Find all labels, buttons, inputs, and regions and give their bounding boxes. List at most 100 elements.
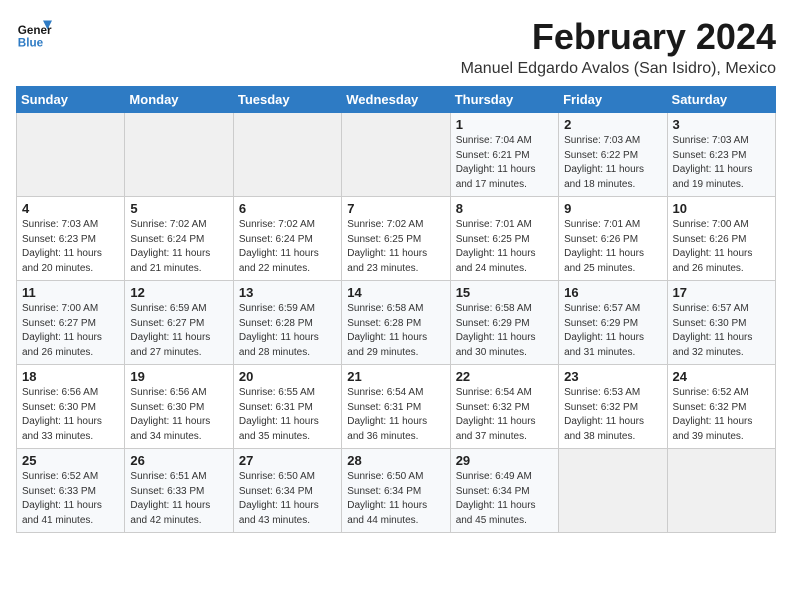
day-number: 23 [564, 369, 661, 384]
calendar-cell [559, 449, 667, 533]
day-number: 27 [239, 453, 336, 468]
day-info: Sunrise: 7:02 AMSunset: 6:25 PMDaylight:… [347, 218, 444, 276]
day-number: 5 [130, 201, 227, 216]
header-friday: Friday [559, 87, 667, 113]
logo-icon: General Blue [16, 16, 52, 52]
day-number: 1 [456, 117, 553, 132]
day-number: 15 [456, 285, 553, 300]
day-info: Sunrise: 6:49 AMSunset: 6:34 PMDaylight:… [456, 470, 553, 528]
day-info: Sunrise: 6:59 AMSunset: 6:27 PMDaylight:… [130, 302, 227, 360]
day-info: Sunrise: 7:03 AMSunset: 6:22 PMDaylight:… [564, 134, 661, 192]
calendar-cell: 10 Sunrise: 7:00 AMSunset: 6:26 PMDayligh… [667, 197, 775, 281]
calendar-cell: 12 Sunrise: 6:59 AMSunset: 6:27 PMDayligh… [125, 281, 233, 365]
day-number: 25 [22, 453, 119, 468]
calendar-cell: 5 Sunrise: 7:02 AMSunset: 6:24 PMDaylight… [125, 197, 233, 281]
day-info: Sunrise: 6:56 AMSunset: 6:30 PMDaylight:… [22, 386, 119, 444]
day-info: Sunrise: 7:03 AMSunset: 6:23 PMDaylight:… [22, 218, 119, 276]
header-thursday: Thursday [450, 87, 558, 113]
day-number: 26 [130, 453, 227, 468]
calendar-cell: 16 Sunrise: 6:57 AMSunset: 6:29 PMDayligh… [559, 281, 667, 365]
day-info: Sunrise: 7:02 AMSunset: 6:24 PMDaylight:… [239, 218, 336, 276]
day-info: Sunrise: 7:01 AMSunset: 6:25 PMDaylight:… [456, 218, 553, 276]
calendar-cell: 3Sunrise: 7:03 AMSunset: 6:23 PMDaylight… [667, 113, 775, 197]
calendar-cell: 1 Sunrise: 7:04 AMSunset: 6:21 PMDaylight… [450, 113, 558, 197]
day-info: Sunrise: 6:52 AMSunset: 6:33 PMDaylight:… [22, 470, 119, 528]
day-number: 6 [239, 201, 336, 216]
header-sunday: Sunday [17, 87, 125, 113]
calendar-cell: 20Sunrise: 6:55 AMSunset: 6:31 PMDayligh… [233, 365, 341, 449]
day-info: Sunrise: 6:56 AMSunset: 6:30 PMDaylight:… [130, 386, 227, 444]
calendar-cell: 13Sunrise: 6:59 AMSunset: 6:28 PMDayligh… [233, 281, 341, 365]
day-info: Sunrise: 6:51 AMSunset: 6:33 PMDaylight:… [130, 470, 227, 528]
day-info: Sunrise: 6:59 AMSunset: 6:28 PMDaylight:… [239, 302, 336, 360]
calendar-title: February 2024 [461, 16, 776, 58]
day-info: Sunrise: 6:57 AMSunset: 6:29 PMDaylight:… [564, 302, 661, 360]
header-wednesday: Wednesday [342, 87, 450, 113]
calendar-header-row: SundayMondayTuesdayWednesdayThursdayFrid… [17, 87, 776, 113]
day-info: Sunrise: 7:00 AMSunset: 6:26 PMDaylight:… [673, 218, 770, 276]
day-info: Sunrise: 6:50 AMSunset: 6:34 PMDaylight:… [347, 470, 444, 528]
day-number: 10 [673, 201, 770, 216]
calendar-cell: 8 Sunrise: 7:01 AMSunset: 6:25 PMDaylight… [450, 197, 558, 281]
week-row-3: 11 Sunrise: 7:00 AMSunset: 6:27 PMDayligh… [17, 281, 776, 365]
calendar-cell: 27 Sunrise: 6:50 AMSunset: 6:34 PMDayligh… [233, 449, 341, 533]
day-number: 3 [673, 117, 770, 132]
week-row-5: 25 Sunrise: 6:52 AMSunset: 6:33 PMDayligh… [17, 449, 776, 533]
day-number: 22 [456, 369, 553, 384]
day-number: 2 [564, 117, 661, 132]
calendar-cell: 17 Sunrise: 6:57 AMSunset: 6:30 PMDayligh… [667, 281, 775, 365]
calendar-cell: 18 Sunrise: 6:56 AMSunset: 6:30 PMDayligh… [17, 365, 125, 449]
day-info: Sunrise: 6:58 AMSunset: 6:28 PMDaylight:… [347, 302, 444, 360]
calendar-cell [17, 113, 125, 197]
calendar-cell: 19 Sunrise: 6:56 AMSunset: 6:30 PMDayligh… [125, 365, 233, 449]
day-number: 21 [347, 369, 444, 384]
day-info: Sunrise: 6:53 AMSunset: 6:32 PMDaylight:… [564, 386, 661, 444]
week-row-4: 18 Sunrise: 6:56 AMSunset: 6:30 PMDayligh… [17, 365, 776, 449]
day-number: 19 [130, 369, 227, 384]
day-number: 11 [22, 285, 119, 300]
svg-text:Blue: Blue [18, 37, 44, 50]
header-tuesday: Tuesday [233, 87, 341, 113]
day-number: 14 [347, 285, 444, 300]
day-number: 18 [22, 369, 119, 384]
week-row-1: 1 Sunrise: 7:04 AMSunset: 6:21 PMDaylight… [17, 113, 776, 197]
calendar-cell: 9 Sunrise: 7:01 AMSunset: 6:26 PMDaylight… [559, 197, 667, 281]
day-number: 28 [347, 453, 444, 468]
day-info: Sunrise: 7:02 AMSunset: 6:24 PMDaylight:… [130, 218, 227, 276]
day-info: Sunrise: 6:52 AMSunset: 6:32 PMDaylight:… [673, 386, 770, 444]
calendar-cell: 14 Sunrise: 6:58 AMSunset: 6:28 PMDayligh… [342, 281, 450, 365]
calendar-cell [667, 449, 775, 533]
day-number: 17 [673, 285, 770, 300]
day-info: Sunrise: 6:54 AMSunset: 6:31 PMDaylight:… [347, 386, 444, 444]
calendar-cell: 24 Sunrise: 6:52 AMSunset: 6:32 PMDayligh… [667, 365, 775, 449]
calendar-cell: 23 Sunrise: 6:53 AMSunset: 6:32 PMDayligh… [559, 365, 667, 449]
calendar-cell: 11 Sunrise: 7:00 AMSunset: 6:27 PMDayligh… [17, 281, 125, 365]
calendar-cell: 6 Sunrise: 7:02 AMSunset: 6:24 PMDaylight… [233, 197, 341, 281]
day-info: Sunrise: 6:57 AMSunset: 6:30 PMDaylight:… [673, 302, 770, 360]
calendar-table: SundayMondayTuesdayWednesdayThursdayFrid… [16, 86, 776, 533]
day-info: Sunrise: 6:55 AMSunset: 6:31 PMDaylight:… [239, 386, 336, 444]
day-number: 12 [130, 285, 227, 300]
calendar-cell: 2 Sunrise: 7:03 AMSunset: 6:22 PMDaylight… [559, 113, 667, 197]
calendar-cell: 26 Sunrise: 6:51 AMSunset: 6:33 PMDayligh… [125, 449, 233, 533]
day-number: 4 [22, 201, 119, 216]
header-monday: Monday [125, 87, 233, 113]
calendar-cell: 21 Sunrise: 6:54 AMSunset: 6:31 PMDayligh… [342, 365, 450, 449]
day-number: 9 [564, 201, 661, 216]
week-row-2: 4 Sunrise: 7:03 AMSunset: 6:23 PMDaylight… [17, 197, 776, 281]
day-number: 8 [456, 201, 553, 216]
calendar-cell [342, 113, 450, 197]
day-info: Sunrise: 7:00 AMSunset: 6:27 PMDaylight:… [22, 302, 119, 360]
calendar-cell: 29Sunrise: 6:49 AMSunset: 6:34 PMDayligh… [450, 449, 558, 533]
calendar-cell: 22 Sunrise: 6:54 AMSunset: 6:32 PMDayligh… [450, 365, 558, 449]
logo: General Blue [16, 16, 52, 52]
day-info: Sunrise: 7:01 AMSunset: 6:26 PMDaylight:… [564, 218, 661, 276]
header-saturday: Saturday [667, 87, 775, 113]
day-info: Sunrise: 7:04 AMSunset: 6:21 PMDaylight:… [456, 134, 553, 192]
day-info: Sunrise: 6:54 AMSunset: 6:32 PMDaylight:… [456, 386, 553, 444]
day-number: 16 [564, 285, 661, 300]
calendar-cell: 4 Sunrise: 7:03 AMSunset: 6:23 PMDaylight… [17, 197, 125, 281]
calendar-cell: 15Sunrise: 6:58 AMSunset: 6:29 PMDayligh… [450, 281, 558, 365]
day-info: Sunrise: 6:50 AMSunset: 6:34 PMDaylight:… [239, 470, 336, 528]
day-number: 24 [673, 369, 770, 384]
